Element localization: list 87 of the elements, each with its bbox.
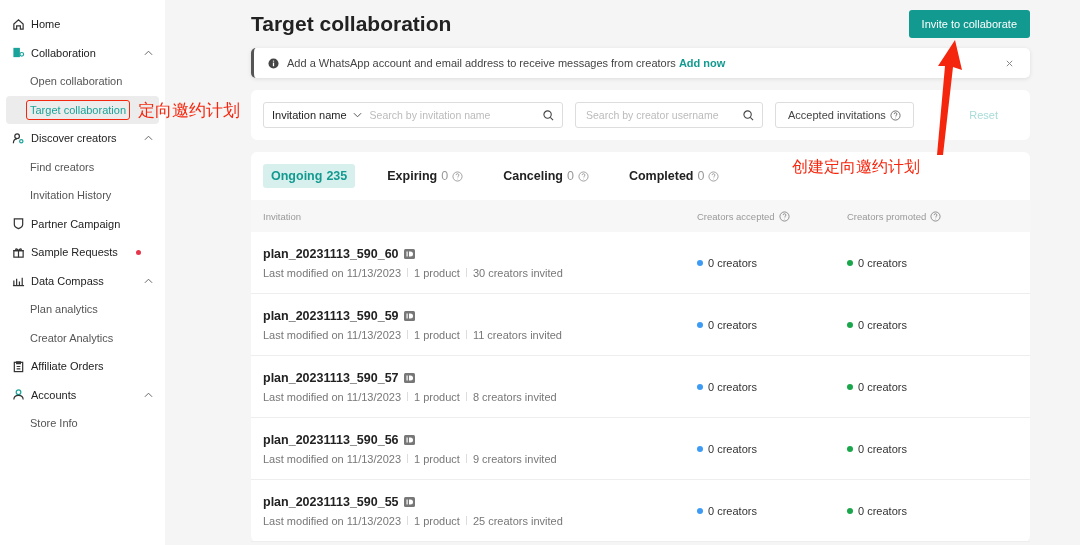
invited-count: 25 creators invited bbox=[472, 514, 563, 527]
help-icon bbox=[577, 170, 589, 182]
help-icon bbox=[708, 170, 720, 182]
sidebar-subitem[interactable]: Open collaboration bbox=[26, 71, 127, 92]
promoted-count: 0 creators bbox=[858, 380, 907, 393]
chevron-icon bbox=[144, 277, 153, 284]
status-tab[interactable]: Completed 0 bbox=[620, 164, 728, 188]
accepted-count: 0 creators bbox=[708, 442, 757, 455]
plan-name[interactable]: plan_20231113_590_60 bbox=[263, 246, 399, 261]
sidebar-item[interactable]: Affiliate Orders bbox=[0, 352, 165, 381]
annotation-label: 创建定向邀约计划 bbox=[792, 157, 920, 177]
accepted-invitations-button[interactable]: Accepted invitations bbox=[775, 102, 914, 128]
column-header: Creators accepted bbox=[697, 210, 775, 222]
invitation-search-field[interactable]: Invitation name Search by invitation name bbox=[263, 102, 563, 128]
modified-date: Last modified on 11/13/2023 bbox=[263, 328, 401, 341]
chevron-icon bbox=[144, 391, 153, 398]
annotation-label: 定向邀约计划 bbox=[138, 99, 240, 122]
plan-name[interactable]: plan_20231113_590_55 bbox=[263, 494, 399, 509]
status-tab[interactable]: Canceling 0 bbox=[495, 164, 597, 188]
gift-icon bbox=[12, 245, 25, 259]
promoted-count: 0 creators bbox=[858, 318, 907, 331]
plan-name[interactable]: plan_20231113_590_56 bbox=[263, 432, 399, 447]
id-icon bbox=[403, 372, 415, 383]
sidebar-item[interactable]: Discover creators bbox=[0, 124, 165, 153]
sidebar-subitem[interactable]: Creator Analytics bbox=[26, 327, 118, 348]
info-icon bbox=[268, 57, 279, 69]
sidebar-subitem[interactable]: Find creators bbox=[26, 156, 99, 177]
modified-date: Last modified on 11/13/2023 bbox=[263, 514, 401, 527]
help-icon bbox=[889, 109, 901, 121]
id-icon bbox=[403, 310, 415, 321]
sidebar-subitem[interactable]: Plan analytics bbox=[26, 299, 102, 320]
promoted-count: 0 creators bbox=[858, 504, 907, 517]
promoted-count: 0 creators bbox=[858, 442, 907, 455]
close-icon[interactable] bbox=[1005, 58, 1014, 68]
id-icon bbox=[403, 248, 415, 259]
product-count: 1 product bbox=[414, 452, 460, 465]
home-icon bbox=[12, 17, 25, 31]
sidebar-item[interactable]: Partner Campaign bbox=[0, 209, 165, 238]
chevron-icon bbox=[144, 49, 153, 56]
sidebar-subitem[interactable]: Store Info bbox=[26, 413, 82, 434]
page-title: Target collaboration bbox=[251, 12, 452, 36]
product-count: 1 product bbox=[414, 266, 460, 279]
plan-name[interactable]: plan_20231113_590_59 bbox=[263, 308, 399, 323]
product-count: 1 product bbox=[414, 390, 460, 403]
id-icon bbox=[403, 434, 415, 445]
accepted-count: 0 creators bbox=[708, 504, 757, 517]
add-now-link[interactable]: Add now bbox=[678, 57, 726, 69]
search-icon bbox=[543, 109, 554, 121]
shield-icon bbox=[12, 217, 25, 231]
person-search-icon bbox=[12, 131, 25, 145]
sidebar-item[interactable]: Sample Requests bbox=[0, 238, 165, 267]
modified-date: Last modified on 11/13/2023 bbox=[263, 452, 401, 465]
id-icon bbox=[403, 496, 415, 507]
column-header: Creators promoted bbox=[847, 210, 927, 222]
chevron-icon bbox=[144, 135, 153, 142]
accepted-count: 0 creators bbox=[708, 380, 757, 393]
modified-date: Last modified on 11/13/2023 bbox=[263, 266, 401, 279]
notice-text: Add a WhatsApp account and email address to receive messages from creators Add now bbox=[287, 57, 727, 69]
clipboard-user-icon bbox=[12, 46, 25, 60]
status-tab[interactable]: Expiring 0 bbox=[379, 164, 472, 188]
invited-count: 9 creators invited bbox=[472, 452, 557, 465]
chevron-icon bbox=[352, 112, 362, 118]
clipboard-icon bbox=[12, 359, 25, 373]
creator-search-input[interactable]: Search by creator username bbox=[584, 108, 737, 122]
plan-name[interactable]: plan_20231113_590_57 bbox=[263, 370, 399, 385]
invitation-search-input[interactable]: Search by invitation name bbox=[367, 108, 537, 122]
search-icon bbox=[743, 109, 754, 121]
invited-count: 30 creators invited bbox=[472, 266, 563, 279]
creator-search-field[interactable]: Search by creator username bbox=[575, 102, 763, 128]
accepted-count: 0 creators bbox=[708, 256, 757, 269]
sidebar-item[interactable]: Accounts bbox=[0, 380, 165, 409]
help-icon bbox=[452, 170, 464, 182]
person-icon bbox=[12, 388, 25, 402]
column-header: Invitation bbox=[263, 210, 302, 222]
invited-count: 8 creators invited bbox=[472, 390, 557, 403]
sidebar-item[interactable]: Data Compass bbox=[0, 266, 165, 295]
notification-dot bbox=[136, 249, 141, 255]
sidebar-item[interactable]: Home bbox=[0, 10, 165, 39]
promoted-count: 0 creators bbox=[858, 256, 907, 269]
sidebar-item[interactable]: Collaboration bbox=[0, 38, 165, 67]
invited-count: 11 creators invited bbox=[472, 328, 562, 341]
accepted-count: 0 creators bbox=[708, 318, 757, 331]
modified-date: Last modified on 11/13/2023 bbox=[263, 390, 401, 403]
product-count: 1 product bbox=[414, 514, 460, 527]
product-count: 1 product bbox=[414, 328, 460, 341]
invitation-name-select[interactable]: Invitation name bbox=[272, 109, 347, 121]
sidebar-subitem[interactable]: Invitation History bbox=[26, 185, 116, 206]
